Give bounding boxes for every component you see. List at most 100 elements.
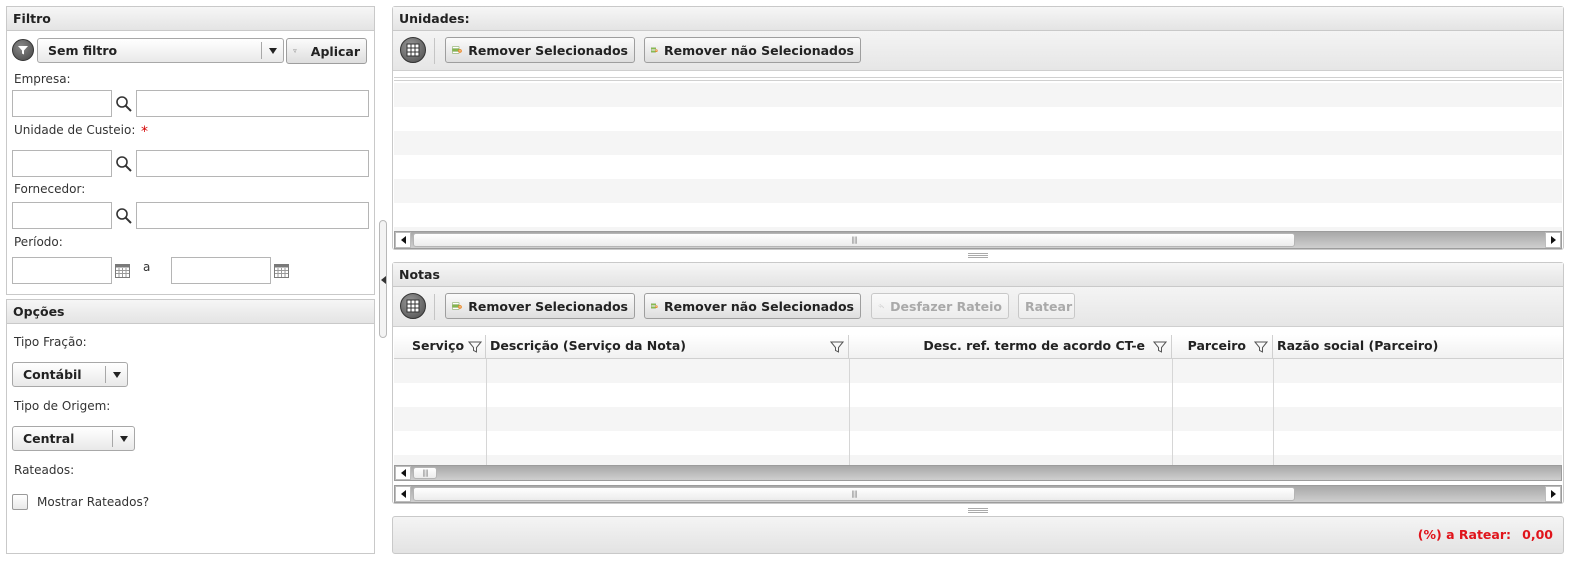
chevron-down-icon [105, 366, 127, 383]
tipo-fracao-label: Tipo Fração: [14, 335, 87, 349]
unidades-grid-header [394, 77, 1562, 81]
fornecedor-label: Fornecedor: [14, 182, 86, 196]
undo-icon [878, 303, 884, 309]
resize-grip-icon[interactable] [968, 253, 988, 258]
remove-unselected-label: Remover não Selecionados [664, 42, 854, 58]
table-row[interactable] [394, 83, 1562, 107]
filtro-title: Filtro [7, 7, 374, 31]
empresa-code-input[interactable] [12, 90, 112, 117]
periodo-end-input[interactable] [171, 257, 271, 284]
periodo-start-input[interactable] [12, 257, 112, 284]
tipo-origem-select[interactable]: Central [12, 426, 135, 451]
notas-panel: Notas Remover Selecionados Remover não S… [392, 262, 1564, 504]
table-row[interactable] [394, 407, 1562, 431]
column-filter-icon[interactable] [1153, 340, 1167, 354]
scroll-right-icon[interactable] [1545, 232, 1561, 248]
tipo-origem-value: Central [23, 431, 75, 446]
remove-selected-button[interactable]: Remover Selecionados [445, 293, 635, 319]
table-row[interactable] [394, 431, 1562, 455]
column-header-servico[interactable]: Serviço [394, 335, 486, 359]
undo-rateio-label: Desfazer Rateio [890, 298, 1002, 314]
scroll-thumb[interactable]: |||| [413, 487, 1295, 501]
collapse-left-icon[interactable] [381, 276, 386, 284]
opcoes-title: Opções [7, 300, 374, 324]
unidade-name-input[interactable] [136, 150, 369, 177]
remove-unselected-button[interactable]: Remover não Selecionados [644, 293, 861, 319]
opcoes-panel: Opções Tipo Fração: Contábil Tipo de Ori… [6, 299, 375, 554]
scroll-left-icon[interactable] [395, 232, 411, 248]
table-row[interactable] [394, 107, 1562, 131]
scroll-right-icon[interactable] [1545, 486, 1561, 502]
column-label: Parceiro [1187, 338, 1246, 353]
ratear-percent-label: (%) a Ratear: [1417, 527, 1511, 542]
filtro-panel: Filtro Sem filtro Aplicar Empresa: Unida… [6, 6, 375, 295]
column-header-descricao[interactable]: Descrição (Serviço da Nota) [486, 335, 849, 359]
notas-hscrollbar[interactable]: |||| [394, 485, 1562, 503]
fornecedor-code-input[interactable] [12, 202, 112, 229]
column-header-parceiro[interactable]: Parceiro [1172, 335, 1273, 359]
table-row[interactable] [394, 155, 1562, 179]
scroll-thumb[interactable]: |||| [413, 233, 1295, 247]
column-label: Razão social (Parceiro) [1277, 338, 1439, 353]
column-filter-icon[interactable] [830, 340, 844, 354]
calendar-icon[interactable] [115, 264, 130, 278]
column-header-desc-ref[interactable]: Desc. ref. termo de acordo CT-e [849, 335, 1172, 359]
table-row[interactable] [394, 131, 1562, 155]
notas-title: Notas [393, 263, 1563, 287]
mostrar-rateados-checkbox[interactable] [12, 494, 28, 510]
remove-selected-icon [452, 46, 462, 54]
search-icon[interactable] [115, 155, 133, 173]
unidade-code-input[interactable] [12, 150, 112, 177]
notas-grid-body [394, 359, 1562, 465]
fornecedor-name-input[interactable] [136, 202, 369, 229]
table-row[interactable] [394, 203, 1562, 227]
unidades-panel: Unidades: Remover Selecionados Remover n… [392, 6, 1564, 250]
table-row[interactable] [394, 179, 1562, 203]
funnel-icon [293, 49, 297, 53]
rateados-label: Rateados: [14, 463, 75, 477]
scroll-left-icon[interactable] [395, 486, 411, 502]
filter-select[interactable]: Sem filtro [37, 38, 284, 63]
column-label: Desc. ref. termo de acordo CT-e [923, 338, 1145, 353]
periodo-separator: a [143, 260, 151, 274]
unidades-grid-body [394, 83, 1562, 231]
undo-rateio-button[interactable]: Desfazer Rateio [871, 293, 1009, 319]
remove-unselected-label: Remover não Selecionados [664, 298, 854, 314]
column-label: Descrição (Serviço da Nota) [490, 338, 686, 353]
empresa-label: Empresa: [14, 72, 71, 86]
apply-button[interactable]: Aplicar [286, 38, 367, 64]
column-filter-icon[interactable] [468, 340, 482, 354]
tipo-fracao-value: Contábil [23, 367, 82, 382]
scroll-left-icon[interactable] [395, 466, 411, 480]
calendar-icon[interactable] [274, 264, 289, 278]
tipo-origem-label: Tipo de Origem: [14, 399, 111, 413]
status-bar: (%) a Ratear: 0,00 [392, 516, 1564, 554]
unidade-label: Unidade de Custeio: [14, 123, 136, 137]
table-row[interactable] [394, 383, 1562, 407]
ratear-button[interactable]: Ratear [1018, 293, 1075, 319]
remove-unselected-button[interactable]: Remover não Selecionados [644, 37, 861, 63]
empresa-name-input[interactable] [136, 90, 369, 117]
filter-icon[interactable] [12, 39, 34, 61]
ratear-label: Ratear [1025, 298, 1073, 314]
table-row[interactable] [394, 359, 1562, 383]
search-icon[interactable] [115, 207, 133, 225]
resize-grip-icon[interactable] [968, 508, 988, 513]
tipo-fracao-select[interactable]: Contábil [12, 362, 128, 387]
scroll-thumb[interactable]: |||| [413, 467, 437, 479]
remove-selected-label: Remover Selecionados [468, 42, 628, 58]
notas-inner-hscrollbar[interactable]: |||| [394, 465, 1562, 481]
remove-selected-button[interactable]: Remover Selecionados [445, 37, 635, 63]
search-icon[interactable] [115, 95, 133, 113]
unidades-hscrollbar[interactable]: |||| [394, 231, 1562, 249]
notas-toolbar: Remover Selecionados Remover não Selecio… [393, 287, 1563, 327]
required-marker: * [141, 124, 148, 140]
ratear-percent-value: 0,00 [1522, 527, 1553, 542]
remove-selected-icon [452, 302, 462, 310]
column-header-razao-social[interactable]: Razão social (Parceiro) [1273, 335, 1563, 359]
grid-options-icon[interactable] [400, 293, 426, 319]
table-row[interactable] [394, 455, 1562, 465]
column-filter-icon[interactable] [1254, 340, 1268, 354]
mostrar-rateados-label: Mostrar Rateados? [37, 495, 150, 509]
grid-options-icon[interactable] [400, 37, 426, 63]
